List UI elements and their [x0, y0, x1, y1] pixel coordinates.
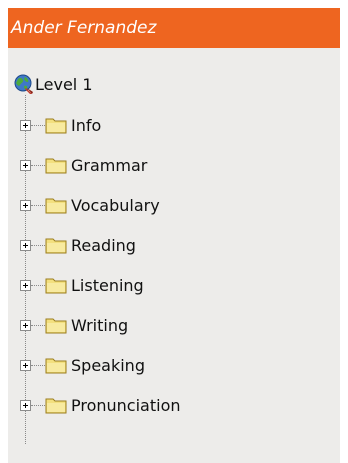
folder-icon: [45, 316, 67, 334]
tree-root-level-1[interactable]: Level 1: [12, 73, 93, 95]
tree-branch-line: [31, 364, 45, 366]
expand-plus-icon[interactable]: [20, 199, 31, 211]
tree-item-label: Info: [71, 115, 102, 135]
tree-root-label: Level 1: [35, 74, 93, 94]
folder-icon: [45, 276, 67, 294]
tree-branch-line: [31, 284, 45, 286]
tree-item-label: Vocabulary: [71, 195, 160, 215]
tree-item-label: Speaking: [71, 355, 145, 375]
tree-item-label: Listening: [71, 275, 144, 295]
tree-item-label: Pronunciation: [71, 395, 181, 415]
tree-connector-line: [25, 95, 26, 444]
tree-branch-line: [31, 324, 45, 326]
folder-icon: [45, 396, 67, 414]
tree-branch-line: [31, 244, 45, 246]
tree-item-label: Writing: [71, 315, 129, 335]
tree-item-reading[interactable]: Reading: [20, 234, 136, 256]
globe-icon: [12, 73, 34, 95]
tree-item-grammar[interactable]: Grammar: [20, 154, 147, 176]
tree-item-writing[interactable]: Writing: [20, 314, 128, 336]
folder-icon: [45, 196, 67, 214]
folder-icon: [45, 236, 67, 254]
expand-plus-icon[interactable]: [20, 279, 31, 291]
course-tree-panel: Ander Fernandez Level 1 Info Grammar Voc…: [8, 8, 340, 463]
folder-icon: [45, 116, 67, 134]
folder-icon: [45, 156, 67, 174]
folder-icon: [45, 356, 67, 374]
tree-item-info[interactable]: Info: [20, 114, 101, 136]
expand-plus-icon[interactable]: [20, 159, 31, 171]
tree-item-listening[interactable]: Listening: [20, 274, 144, 296]
tree-item-label: Reading: [71, 235, 136, 255]
tree-branch-line: [31, 164, 45, 166]
tree-branch-line: [31, 404, 45, 406]
expand-plus-icon[interactable]: [20, 119, 31, 131]
tree-branch-line: [31, 124, 45, 126]
expand-plus-icon[interactable]: [20, 319, 31, 331]
tree-branch-line: [31, 204, 45, 206]
course-tree: Level 1 Info Grammar Vocabulary Reading …: [8, 48, 340, 463]
tree-item-label: Grammar: [71, 155, 148, 175]
tree-item-speaking[interactable]: Speaking: [20, 354, 145, 376]
user-name-header: Ander Fernandez: [8, 8, 340, 48]
expand-plus-icon[interactable]: [20, 399, 31, 411]
tree-item-vocabulary[interactable]: Vocabulary: [20, 194, 160, 216]
expand-plus-icon[interactable]: [20, 239, 31, 251]
expand-plus-icon[interactable]: [20, 359, 31, 371]
tree-item-pronunciation[interactable]: Pronunciation: [20, 394, 181, 416]
